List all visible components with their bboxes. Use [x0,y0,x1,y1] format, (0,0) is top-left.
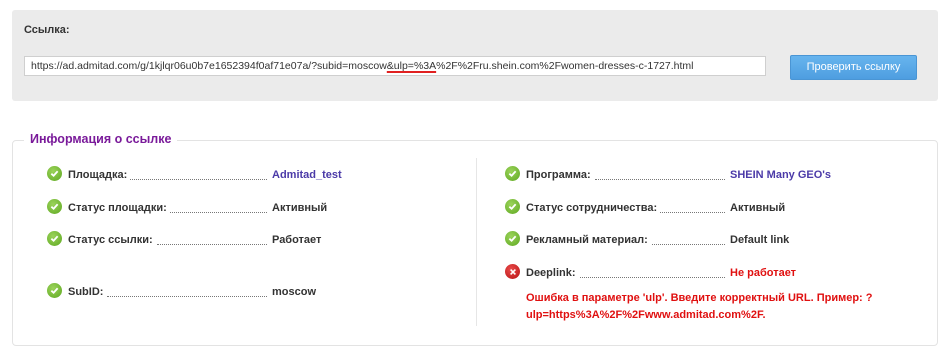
dot-leader [660,212,725,213]
dot-leader [580,277,725,278]
cooperation-status-value: Активный [730,202,786,214]
dot-leader [107,296,267,297]
link-check-panel: Ссылка: https://ad.admitad.com/g/1kjlqr0… [12,10,938,101]
deeplink-label: Deeplink: [526,267,579,279]
check-circle-icon [505,231,520,246]
program-value[interactable]: SHEIN Many GEO's [730,169,831,181]
check-circle-icon [47,283,62,298]
link-status-value: Работает [272,234,322,246]
deeplink-value: Не работает [730,267,797,279]
ad-material-label: Рекламный материал: [526,234,651,246]
dot-leader [595,179,725,180]
link-status-label: Статус ссылки: [68,234,156,246]
platform-status-value: Активный [272,202,328,214]
cooperation-status-label: Статус сотрудничества: [526,202,661,214]
column-divider [476,158,477,326]
row-link-status: Статус ссылки: Работает [47,231,347,249]
program-label: Программа: [526,169,594,181]
link-info-title: Информация о ссылке [24,132,178,146]
deeplink-error-message: Ошибка в параметре 'ulp'. Введите коррек… [526,292,873,321]
link-label: Ссылка: [24,24,70,36]
ad-material-value: Default link [730,234,790,246]
row-deeplink: Deeplink: Не работает [505,264,905,282]
url-text-start: https://ad.admitad.com/g/1kjlqr06u0b7e16… [31,60,387,72]
subid-value: moscow [272,286,317,298]
platform-label: Площадка: [68,169,131,181]
platform-status-label: Статус площадки: [68,202,170,214]
row-platform: Площадка: Admitad_test [47,166,347,184]
row-program: Программа: SHEIN Many GEO's [505,166,905,184]
verify-link-button[interactable]: Проверить ссылку [790,55,917,80]
row-cooperation-status: Статус сотрудничества: Активный [505,199,905,217]
dot-leader [127,179,267,180]
row-ad-material: Рекламный материал: Default link [505,231,905,249]
subid-label: SubID: [68,286,107,298]
check-circle-icon [47,166,62,181]
dot-leader [650,244,725,245]
check-circle-icon [505,166,520,181]
dot-leader [167,212,267,213]
url-input[interactable]: https://ad.admitad.com/g/1kjlqr06u0b7e16… [24,56,766,76]
dot-leader [157,244,267,245]
platform-value[interactable]: Admitad_test [272,169,342,181]
check-circle-icon [505,199,520,214]
url-text-end: %2F%2Fru.shein.com%2Fwomen-dresses-c-172… [436,60,694,72]
row-subid: SubID: moscow [47,283,347,301]
row-platform-status: Статус площадки: Активный [47,199,347,217]
check-circle-icon [47,199,62,214]
url-ulp-highlight: &ulp=%3A [386,60,437,72]
x-circle-icon [505,264,520,279]
check-circle-icon [47,231,62,246]
